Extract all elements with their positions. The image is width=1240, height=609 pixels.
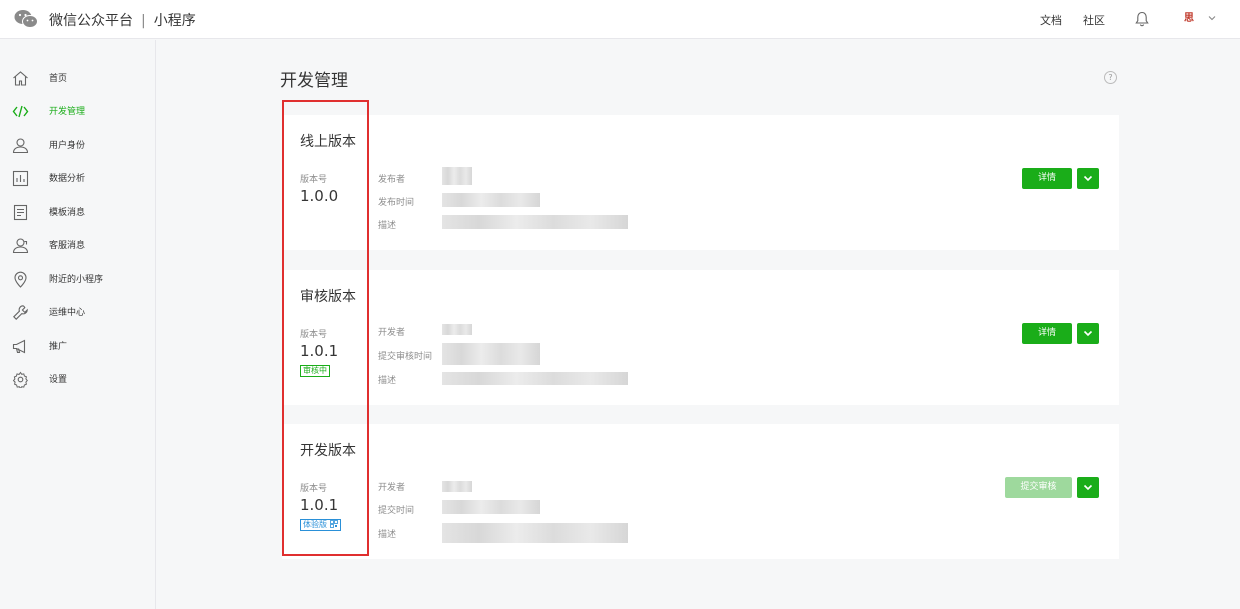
field-label-submit-time: 提交时间	[378, 506, 415, 516]
field-label-publisher: 发布者	[378, 175, 406, 185]
sidebar-item-label: 附近的小程序	[49, 275, 104, 285]
sidebar-item-label: 推广	[49, 342, 68, 352]
details-button[interactable]: 详情	[1022, 168, 1072, 189]
wrench-icon	[13, 305, 28, 320]
sidebar-item-label: 用户身份	[49, 141, 86, 151]
version-number: 1.0.0	[300, 187, 339, 205]
redacted-value	[442, 481, 472, 492]
sidebar-item-customer-service[interactable]: 客服消息	[0, 230, 155, 260]
version-label: 版本号	[300, 175, 328, 185]
more-actions-button[interactable]	[1077, 323, 1099, 344]
redacted-value	[442, 372, 628, 385]
sidebar-item-label: 运维中心	[49, 308, 86, 318]
location-icon	[14, 271, 27, 288]
sidebar-item-template-messages[interactable]: 模板消息	[0, 197, 155, 227]
brand-separator: |	[141, 13, 146, 29]
more-actions-button[interactable]	[1077, 477, 1099, 498]
more-actions-button[interactable]	[1077, 168, 1099, 189]
version-label: 版本号	[300, 484, 328, 494]
wechat-logo-icon	[14, 10, 38, 28]
code-icon	[12, 105, 29, 118]
card-title: 开发版本	[300, 443, 356, 459]
chevron-down-icon	[1083, 484, 1093, 491]
sidebar-item-data-analysis[interactable]: 数据分析	[0, 163, 155, 193]
brand-name: 微信公众平台	[49, 13, 133, 29]
details-button[interactable]: 详情	[1022, 323, 1072, 344]
redacted-value	[442, 324, 472, 335]
online-version-card: 线上版本 版本号 1.0.0 发布者 发布时间 描述 详情	[282, 115, 1119, 250]
product-name: 小程序	[153, 13, 196, 29]
status-badge: 审核中	[300, 365, 330, 377]
chart-icon	[12, 170, 29, 187]
card-title: 线上版本	[300, 134, 356, 150]
sidebar-item-label: 开发管理	[49, 107, 86, 117]
brand-title[interactable]: 微信公众平台 | 小程序	[49, 10, 196, 30]
field-label-description: 描述	[378, 221, 397, 231]
sidebar-item-label: 客服消息	[49, 241, 86, 251]
customer-service-icon	[12, 238, 29, 254]
redacted-value	[442, 215, 628, 229]
dev-version-card: 开发版本 版本号 1.0.1 体验版 开发者 提交时间 描述 提交审核	[282, 424, 1119, 559]
sidebar-item-settings[interactable]: 设置	[0, 364, 155, 394]
qr-code-icon	[329, 520, 338, 528]
bell-icon[interactable]	[1135, 11, 1149, 27]
chevron-down-icon	[1083, 175, 1093, 182]
sidebar-item-user-identity[interactable]: 用户身份	[0, 130, 155, 160]
version-label: 版本号	[300, 330, 328, 340]
page-title: 开发管理	[280, 71, 348, 91]
trial-version-badge[interactable]: 体验版	[300, 519, 341, 531]
chevron-down-icon[interactable]	[1207, 13, 1217, 23]
version-number: 1.0.1	[300, 496, 339, 514]
card-title: 审核版本	[300, 289, 356, 305]
sidebar-item-promotion[interactable]: 推广	[0, 331, 155, 361]
redacted-value	[442, 500, 540, 514]
help-icon[interactable]: ?	[1104, 71, 1117, 84]
sidebar-item-dev-management[interactable]: 开发管理	[0, 96, 155, 126]
sidebar-item-label: 模板消息	[49, 208, 86, 218]
redacted-value	[442, 193, 540, 207]
field-label-submit-time: 提交审核时间	[378, 352, 433, 362]
document-icon	[13, 204, 28, 221]
redacted-value	[442, 167, 472, 185]
sidebar-item-label: 数据分析	[49, 174, 86, 184]
sidebar-item-nearby-miniprogram[interactable]: 附近的小程序	[0, 264, 155, 294]
gear-icon	[12, 371, 28, 388]
docs-link[interactable]: 文档	[1040, 12, 1062, 28]
sidebar-item-ops-center[interactable]: 运维中心	[0, 297, 155, 327]
chevron-down-icon	[1083, 330, 1093, 337]
sidebar: 首页 开发管理 用户身份 数据分析 模板消息 客服消息 附近的小程序 运维中心 …	[0, 40, 156, 609]
redacted-value	[442, 523, 628, 543]
field-label-publish-time: 发布时间	[378, 198, 415, 208]
field-label-developer: 开发者	[378, 328, 406, 338]
sidebar-item-label: 设置	[49, 375, 68, 385]
redacted-value	[442, 343, 540, 365]
home-icon	[13, 71, 28, 86]
top-bar: 微信公众平台 | 小程序 文档 社区 思	[0, 0, 1240, 39]
sidebar-item-label: 首页	[49, 74, 68, 84]
review-version-card: 审核版本 版本号 1.0.1 审核中 开发者 提交审核时间 描述 详情	[282, 270, 1119, 405]
field-label-developer: 开发者	[378, 483, 406, 493]
field-label-description: 描述	[378, 376, 397, 386]
community-link[interactable]: 社区	[1083, 12, 1105, 28]
version-number: 1.0.1	[300, 342, 339, 360]
sidebar-item-home[interactable]: 首页	[0, 63, 155, 93]
submit-review-button[interactable]: 提交审核	[1005, 477, 1072, 498]
megaphone-icon	[12, 339, 26, 354]
field-label-description: 描述	[378, 530, 397, 540]
avatar[interactable]: 思	[1182, 12, 1196, 26]
user-icon	[12, 138, 29, 154]
trial-version-label: 体验版	[303, 520, 327, 529]
